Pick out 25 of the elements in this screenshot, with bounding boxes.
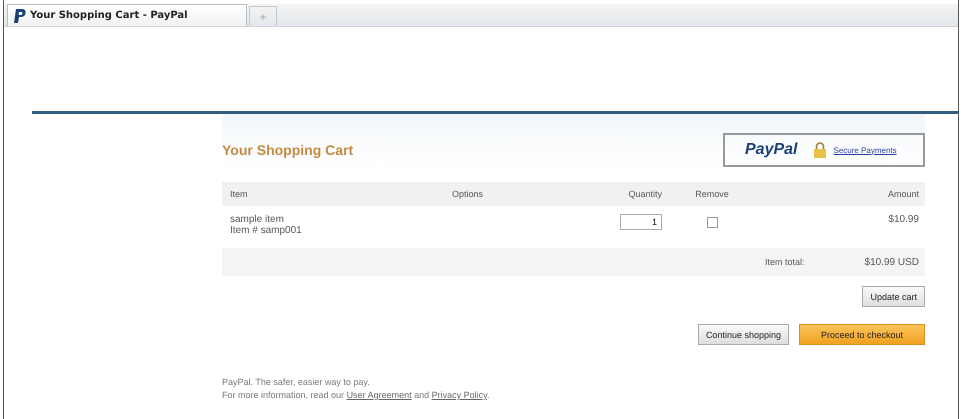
paypal-logo: PayPal (745, 141, 798, 159)
item-number: Item # samp001 (230, 225, 303, 236)
column-header: Remove (694, 189, 730, 199)
p-logo-icon (14, 8, 26, 22)
update-cart-button[interactable]: Update cart (862, 286, 925, 307)
quantity-field[interactable]: 1 (620, 214, 662, 230)
page-title: Your Shopping Cart (222, 142, 354, 158)
item-name: sample item (230, 214, 285, 225)
checkout-button[interactable]: Proceed to checkout (799, 324, 925, 345)
column-header: Quantity (627, 189, 662, 199)
total-amount: $10.99 USD (864, 256, 920, 268)
total-label: Item total: (765, 257, 805, 267)
amount: $10.99 (888, 214, 919, 225)
column-header: Amount (886, 189, 920, 199)
secure-payments-link[interactable]: Secure Payments (833, 146, 897, 154)
padlock-icon (813, 142, 828, 158)
remove-checkbox[interactable] (706, 217, 718, 228)
footer-link[interactable]: User Agreement (346, 390, 412, 400)
footer-link[interactable]: Privacy Policy (432, 390, 487, 400)
browser-tab[interactable]: Your Shopping Cart - PayPal (7, 4, 247, 26)
tagline: PayPal. The safer, easier way to pay. (222, 376, 371, 389)
info-text: For more information, read our User Agreement and Privacy Policy. (222, 389, 490, 402)
column-header: Item (229, 189, 249, 199)
column-header: Options (452, 189, 484, 199)
continue-shopping-button[interactable]: Continue shopping (698, 324, 789, 345)
